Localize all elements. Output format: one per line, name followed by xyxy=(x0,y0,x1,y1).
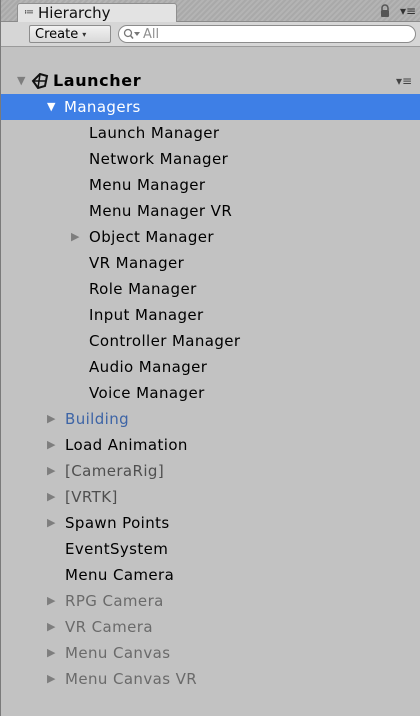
tree-item-controller-manager[interactable]: Controller Manager xyxy=(1,328,420,354)
expand-arrow-icon[interactable]: ▶ xyxy=(47,640,55,666)
tree-item-menu-canvas-vr[interactable]: ▶ Menu Canvas VR xyxy=(1,666,420,692)
expand-arrow-icon[interactable]: ▶ xyxy=(47,666,55,692)
tree-item-network-manager[interactable]: Network Manager xyxy=(1,146,420,172)
create-button-label: Create xyxy=(35,26,79,42)
tree-item-label: Menu Canvas xyxy=(65,644,171,662)
tree-item-label: [CameraRig] xyxy=(65,462,165,480)
tree-item-launch-manager[interactable]: Launch Manager xyxy=(1,120,420,146)
search-input[interactable] xyxy=(143,26,393,42)
hierarchy-tree: ▼ Launcher ▾≡ ▼ Managers Launch Manager … xyxy=(1,68,420,692)
expand-arrow-icon[interactable]: ▶ xyxy=(47,614,55,640)
expand-arrow-icon[interactable]: ▶ xyxy=(47,510,55,536)
tree-item-managers[interactable]: ▼ Managers xyxy=(1,94,420,120)
root-menu-icon[interactable]: ▾≡ xyxy=(396,68,412,94)
tree-item-label: Network Manager xyxy=(89,150,229,168)
tree-item-voice-manager[interactable]: Voice Manager xyxy=(1,380,420,406)
tree-item-label: Launch Manager xyxy=(89,124,220,142)
tree-item-audio-manager[interactable]: Audio Manager xyxy=(1,354,420,380)
tree-item-label: Menu Camera xyxy=(65,566,175,584)
search-field[interactable] xyxy=(118,25,416,43)
tree-item-spawn-points[interactable]: ▶ Spawn Points xyxy=(1,510,420,536)
hierarchy-icon: ≔ xyxy=(24,7,34,18)
tree-item-menu-manager[interactable]: Menu Manager xyxy=(1,172,420,198)
tree-item-rpg-camera[interactable]: ▶ RPG Camera xyxy=(1,588,420,614)
tree-item-menu-manager-vr[interactable]: Menu Manager VR xyxy=(1,198,420,224)
tree-item-label: Load Animation xyxy=(65,436,188,454)
tree-item-load-animation[interactable]: ▶ Load Animation xyxy=(1,432,420,458)
panel-menu-icon[interactable]: ▾≡ xyxy=(400,4,416,18)
tree-root-label: Launcher xyxy=(53,71,142,90)
tree-item-label: VR Manager xyxy=(89,254,185,272)
tree-item-label: RPG Camera xyxy=(65,592,164,610)
tree-item-camerarig[interactable]: ▶ [CameraRig] xyxy=(1,458,420,484)
tree-item-vr-manager[interactable]: VR Manager xyxy=(1,250,420,276)
lock-icon[interactable] xyxy=(378,4,392,18)
tree-item-label: Menu Manager VR xyxy=(89,202,233,220)
expand-arrow-icon[interactable]: ▼ xyxy=(17,68,25,94)
tree-item-label: Spawn Points xyxy=(65,514,170,532)
tree-item-label: Controller Manager xyxy=(89,332,241,350)
expand-arrow-icon[interactable]: ▶ xyxy=(47,484,55,510)
expand-arrow-icon[interactable]: ▶ xyxy=(47,588,55,614)
expand-arrow-icon[interactable]: ▶ xyxy=(47,458,55,484)
expand-arrow-icon[interactable]: ▶ xyxy=(47,432,55,458)
tree-item-eventsystem[interactable]: EventSystem xyxy=(1,536,420,562)
tree-item-label: Managers xyxy=(64,98,141,116)
tree-item-vrtk[interactable]: ▶ [VRTK] xyxy=(1,484,420,510)
create-button[interactable]: Create ▾ xyxy=(29,25,111,43)
tree-item-label: Voice Manager xyxy=(89,384,205,402)
tree-item-menu-camera[interactable]: Menu Camera xyxy=(1,562,420,588)
tree-item-object-manager[interactable]: ▶ Object Manager xyxy=(1,224,420,250)
expand-arrow-icon[interactable]: ▼ xyxy=(47,94,55,120)
tree-item-label: EventSystem xyxy=(65,540,169,558)
hierarchy-toolbar: Create ▾ xyxy=(1,22,420,47)
tree-item-vr-camera[interactable]: ▶ VR Camera xyxy=(1,614,420,640)
tab-strip: ≔ Hierarchy ▾≡ xyxy=(1,0,420,22)
tree-item-label: Role Manager xyxy=(89,280,197,298)
search-icon[interactable] xyxy=(123,28,141,40)
hierarchy-window: ≔ Hierarchy ▾≡ Create ▾ ▼ xyxy=(0,0,420,716)
tab-label: Hierarchy xyxy=(38,4,111,22)
unity-scene-icon xyxy=(31,73,49,89)
tree-item-role-manager[interactable]: Role Manager xyxy=(1,276,420,302)
tree-item-label: Input Manager xyxy=(89,306,204,324)
tree-item-label: Object Manager xyxy=(89,228,214,246)
tree-item-input-manager[interactable]: Input Manager xyxy=(1,302,420,328)
tree-item-label: Building xyxy=(65,410,130,428)
tree-item-label: VR Camera xyxy=(65,618,153,636)
tree-item-label: Menu Manager xyxy=(89,176,206,194)
expand-arrow-icon[interactable]: ▶ xyxy=(71,224,79,250)
tree-item-building[interactable]: ▶ Building xyxy=(1,406,420,432)
expand-arrow-icon[interactable]: ▶ xyxy=(47,406,55,432)
tree-item-label: [VRTK] xyxy=(65,488,118,506)
tree-item-label: Audio Manager xyxy=(89,358,208,376)
tree-root-launcher[interactable]: ▼ Launcher ▾≡ xyxy=(1,68,420,94)
chevron-down-icon: ▾ xyxy=(82,29,87,39)
tree-item-menu-canvas[interactable]: ▶ Menu Canvas xyxy=(1,640,420,666)
tab-hierarchy[interactable]: ≔ Hierarchy xyxy=(17,3,177,22)
tree-item-label: Menu Canvas VR xyxy=(65,670,198,688)
